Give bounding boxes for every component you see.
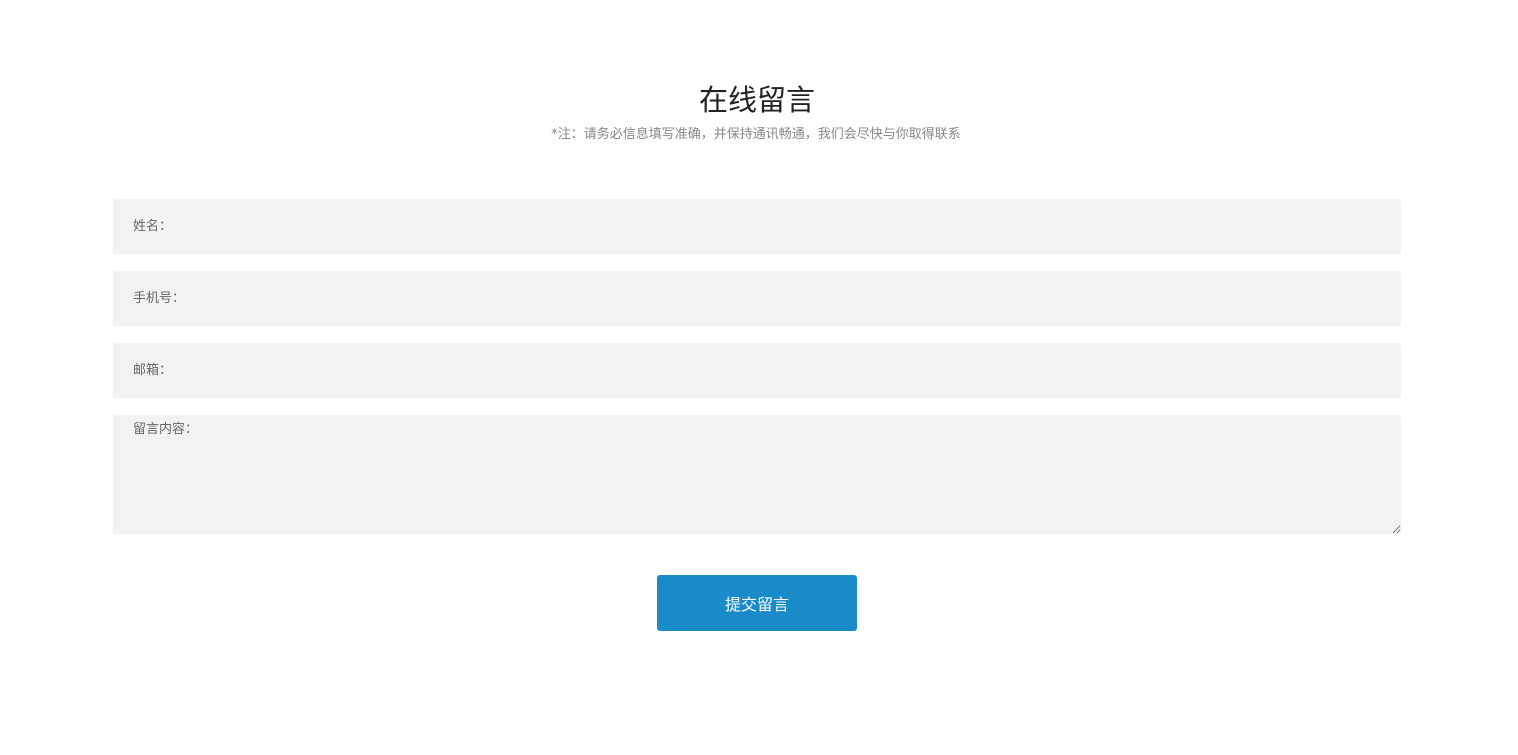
phone-field-box (113, 271, 1401, 326)
email-field-box (113, 343, 1401, 398)
phone-input[interactable] (113, 271, 1401, 326)
name-input[interactable] (113, 199, 1401, 254)
email-input[interactable] (113, 343, 1401, 398)
message-textarea[interactable] (113, 415, 1401, 534)
message-field-box (113, 415, 1401, 534)
submit-button[interactable]: 提交留言 (657, 575, 857, 631)
form-note: *注：请务必信息填写准确，并保持通讯畅通，我们会尽快与你取得联系 (551, 127, 961, 142)
form-title: 在线留言 (698, 83, 815, 117)
name-field-box (113, 199, 1401, 254)
message-form-section: 在线留言 *注：请务必信息填写准确，并保持通讯畅通，我们会尽快与你取得联系 提交… (0, 0, 1518, 755)
